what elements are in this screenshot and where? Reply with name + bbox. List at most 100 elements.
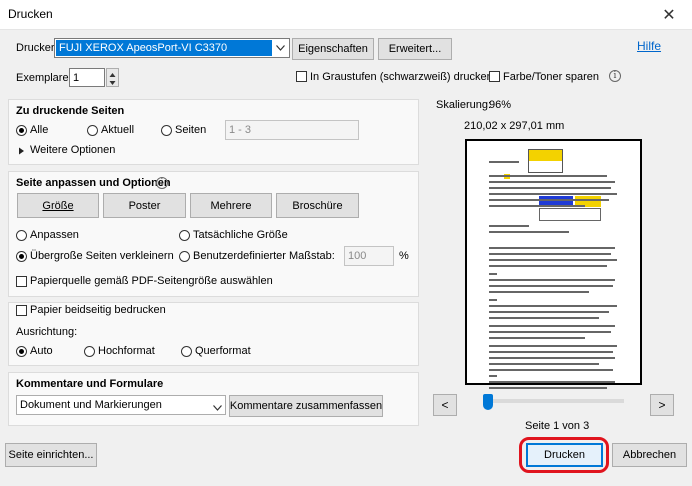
- preview-text-line: [489, 381, 615, 383]
- page-slider-thumb[interactable]: [483, 394, 493, 410]
- copies-label: Exemplare:: [16, 72, 72, 84]
- tab-size[interactable]: Größe: [17, 193, 99, 218]
- preview-text-line: [489, 291, 589, 293]
- chevron-down-icon: [213, 402, 222, 414]
- copies-stepper[interactable]: [106, 68, 119, 87]
- save-ink-checkbox[interactable]: [489, 71, 500, 82]
- radio-portrait[interactable]: [84, 346, 95, 357]
- preview-text-line: [489, 285, 613, 287]
- duplex-checkbox[interactable]: [16, 305, 27, 316]
- pages-section-title: Zu druckende Seiten: [16, 105, 125, 117]
- printer-selected-value: FUJI XEROX ApeosPort-VI C3370: [56, 40, 272, 56]
- grayscale-label: In Graustufen (schwarzweiß) drucken: [310, 71, 493, 83]
- stepper-down-icon[interactable]: [108, 78, 117, 86]
- comments-dropdown[interactable]: Dokument und Markierungen: [16, 395, 226, 415]
- preview-text-line: [489, 175, 607, 177]
- radio-auto-label: Auto: [30, 345, 53, 357]
- preview-text-line: [489, 187, 611, 189]
- preview-text-line: [489, 247, 615, 249]
- radio-current[interactable]: [87, 125, 98, 136]
- preview-text-line: [489, 299, 497, 301]
- preview-text-line: [489, 253, 611, 255]
- radio-fit[interactable]: [16, 230, 27, 241]
- print-button[interactable]: Drucken: [526, 443, 603, 467]
- page-range-input[interactable]: 1 - 3: [225, 120, 359, 140]
- page-range-value: 1 - 3: [229, 124, 252, 136]
- tab-poster[interactable]: Poster: [103, 193, 186, 218]
- grayscale-checkbox[interactable]: [296, 71, 307, 82]
- cancel-button[interactable]: Abbrechen: [612, 443, 687, 467]
- fit-section-title: Seite anpassen und Optionen: [16, 177, 171, 189]
- radio-landscape[interactable]: [181, 346, 192, 357]
- scale-input[interactable]: 100: [344, 246, 394, 266]
- radio-custom-scale[interactable]: [179, 251, 190, 262]
- radio-shrink[interactable]: [16, 251, 27, 262]
- preview-text-line: [489, 181, 615, 183]
- paper-source-checkbox[interactable]: [16, 276, 27, 287]
- page-size: 210,02 x 297,01 mm: [464, 120, 565, 132]
- preview-text-line: [489, 331, 611, 333]
- stepper-up-icon[interactable]: [108, 70, 117, 78]
- prev-page-button[interactable]: <: [433, 394, 457, 416]
- chevron-down-icon: [273, 41, 287, 55]
- radio-pages[interactable]: [161, 125, 172, 136]
- preview-text-lines: [489, 161, 619, 389]
- info-icon[interactable]: i: [156, 177, 168, 189]
- radio-custom-scale-label: Benutzerdefinierter Maßstab:: [193, 250, 335, 262]
- preview-text-line: [489, 265, 607, 267]
- radio-all-label: Alle: [30, 124, 49, 136]
- radio-fit-label: Anpassen: [30, 229, 79, 241]
- preview-text-line: [489, 357, 615, 359]
- preview-text-line: [489, 363, 599, 365]
- preview-text-line: [489, 369, 613, 371]
- preview-text-line: [489, 317, 599, 319]
- copies-input[interactable]: 1: [69, 68, 105, 87]
- page-indicator: Seite 1 von 3: [525, 420, 590, 432]
- scale-unit: %: [399, 250, 409, 262]
- radio-actual-size-label: Tatsächliche Größe: [193, 229, 288, 241]
- preview-text-line: [489, 259, 617, 261]
- preview-text-line: [489, 387, 607, 389]
- comments-selected-value: Dokument und Markierungen: [20, 399, 162, 411]
- page-slider-track[interactable]: [483, 399, 624, 403]
- help-link[interactable]: Hilfe: [637, 39, 661, 53]
- printer-dropdown[interactable]: FUJI XEROX ApeosPort-VI C3370: [54, 38, 290, 58]
- preview-text-line: [489, 231, 569, 233]
- info-icon[interactable]: i: [609, 70, 621, 82]
- preview-text-line: [489, 279, 615, 281]
- radio-auto[interactable]: [16, 346, 27, 357]
- radio-landscape-label: Querformat: [195, 345, 251, 357]
- radio-shrink-label: Übergroße Seiten verkleinern: [30, 250, 174, 262]
- tab-multiple[interactable]: Mehrere: [190, 193, 272, 218]
- save-ink-label: Farbe/Toner sparen: [503, 71, 599, 83]
- properties-button[interactable]: Eigenschaften: [292, 38, 374, 60]
- scaling-label: Skalierung:: [436, 99, 492, 111]
- title-bar: Drucken ✕: [0, 0, 692, 30]
- preview-text-line: [489, 225, 529, 227]
- preview-text-line: [489, 161, 519, 163]
- radio-current-label: Aktuell: [101, 124, 135, 136]
- copies-value: 1: [73, 71, 80, 84]
- scale-value: 100: [348, 250, 367, 262]
- triangle-right-icon[interactable]: [18, 146, 25, 158]
- duplex-label: Papier beidseitig bedrucken: [30, 304, 166, 316]
- preview-text-line: [489, 375, 497, 377]
- tab-size-label: Größe: [42, 199, 74, 212]
- radio-actual-size[interactable]: [179, 230, 190, 241]
- advanced-button[interactable]: Erweitert...: [378, 38, 452, 60]
- preview-text-line: [489, 325, 615, 327]
- more-options-link[interactable]: Weitere Optionen: [30, 144, 115, 156]
- close-icon[interactable]: ✕: [646, 0, 692, 30]
- preview-text-line: [489, 199, 609, 201]
- preview-text-line: [489, 351, 613, 353]
- window-title: Drucken: [8, 7, 53, 21]
- preview-text-line: [489, 345, 617, 347]
- orientation-title: Ausrichtung:: [16, 326, 78, 338]
- summarize-comments-button[interactable]: Kommentare zusammenfassen: [229, 395, 383, 417]
- page-setup-button[interactable]: Seite einrichten...: [5, 443, 97, 467]
- next-page-button[interactable]: >: [650, 394, 674, 416]
- radio-all[interactable]: [16, 125, 27, 136]
- paper-source-label: Papierquelle gemäß PDF-Seitengröße auswä…: [30, 275, 273, 287]
- preview-cell-yellow: [529, 150, 562, 161]
- tab-booklet[interactable]: Broschüre: [276, 193, 359, 218]
